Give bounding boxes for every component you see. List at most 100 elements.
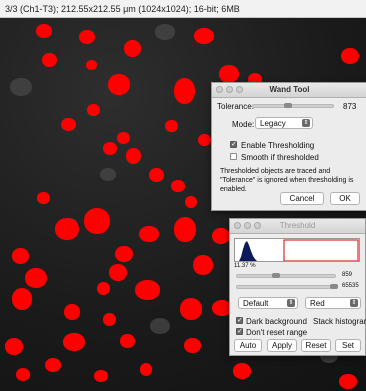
zoom-traffic-light-icon[interactable] [254,222,261,229]
smooth-if-thresholded-label: Smooth if thresholded [241,153,319,162]
nucleus-mask [149,168,164,182]
nucleus-mask [174,78,195,104]
lower-threshold-value[interactable]: 859 [342,272,352,278]
nucleus-mask [86,60,97,70]
tolerance-slider[interactable] [252,104,334,108]
nucleus-mask [193,255,213,275]
set-button[interactable]: Set [335,339,361,352]
nucleus-mask [16,368,30,381]
nucleus-mask [120,334,135,348]
nucleus-mask [233,363,251,379]
close-traffic-light-icon[interactable] [216,86,223,93]
nucleus-mask [108,74,130,95]
nucleus-mask [12,288,32,310]
nucleus-mask [115,246,133,262]
nucleus-mask [184,338,201,353]
nucleus-mask [185,196,197,208]
threshold-method-select[interactable]: Default ⇕ [238,297,298,309]
nucleus-mask [55,218,79,240]
cancel-button[interactable]: Cancel [280,192,324,205]
nucleus-mask [174,217,196,242]
threshold-display-value: Red [310,299,325,308]
tolerance-slider-knob[interactable] [284,103,292,108]
nucleus-dim [10,78,32,96]
chevron-updown-icon: ⇕ [350,299,358,307]
image-info-bar: 3/3 (Ch1-T3); 212.55x212.55 μm (1024x102… [0,0,366,18]
nucleus-mask [5,338,23,355]
nucleus-mask [103,142,117,155]
mode-select[interactable]: Legacy ⇕ [255,117,313,129]
dont-reset-range-label: Don't reset range [246,328,308,337]
nucleus-dim [155,24,175,40]
upper-threshold-slider[interactable] [236,285,336,289]
wand-tool-titlebar[interactable]: Wand Tool [212,83,366,98]
thresholding-note: Thresholded objects are traced and "Tole… [220,168,354,193]
chevron-updown-icon: ⇕ [302,119,310,127]
auto-button[interactable]: Auto [234,339,262,352]
nucleus-mask [84,208,110,234]
upper-threshold-slider-knob[interactable] [330,284,338,289]
zoom-traffic-light-icon[interactable] [236,86,243,93]
nucleus-mask [87,104,100,116]
nucleus-mask [339,374,357,389]
nucleus-mask [45,358,61,372]
dark-background-checkbox[interactable]: ✓ [236,317,243,324]
threshold-window: Threshold 11.37 % 859 65535 Default ⇕ Re… [229,218,366,356]
threshold-method-value: Default [243,299,269,308]
nucleus-mask [37,192,50,204]
nucleus-mask [42,53,57,67]
nucleus-mask [103,313,116,326]
nucleus-mask [94,370,108,382]
threshold-display-select[interactable]: Red ⇕ [305,297,361,309]
nucleus-mask [63,333,85,351]
nucleus-mask [139,226,159,242]
upper-threshold-value[interactable]: 65535 [342,283,359,289]
histogram-curve [239,241,257,261]
nucleus-mask [212,228,230,244]
threshold-title: Threshold [279,221,316,230]
tolerance-label: Tolerance: [217,102,254,111]
reset-button[interactable]: Reset [301,339,331,352]
nucleus-mask [219,65,239,83]
enable-thresholding-label: Enable Thresholding [241,141,315,150]
histogram-plot [239,239,359,261]
dark-background-label: Dark background [246,317,307,326]
nucleus-mask [12,248,29,264]
close-traffic-light-icon[interactable] [234,222,241,229]
nucleus-dim [150,318,170,334]
nucleus-mask [79,30,95,44]
nucleus-mask [124,40,141,57]
nucleus-mask [126,148,141,164]
wand-tool-window: Wand Tool Tolerance: 873 Mode: Legacy ⇕ … [211,82,366,211]
stack-histogram-label[interactable]: Stack histogram [313,317,366,326]
enable-thresholding-checkbox[interactable]: ✓ [230,141,237,148]
nucleus-mask [171,180,185,192]
dont-reset-range-checkbox[interactable]: ✓ [236,328,243,335]
histogram-panel [234,238,360,262]
nucleus-mask [109,264,127,281]
mode-label: Mode: [232,120,255,129]
wand-tool-title: Wand Tool [269,85,310,94]
nucleus-mask [180,298,202,320]
chevron-updown-icon: ⇕ [287,299,295,307]
nucleus-mask [117,132,130,144]
nucleus-mask [61,118,76,131]
nucleus-dim [100,168,116,181]
nucleus-mask [341,48,359,64]
nucleus-mask [36,24,52,38]
threshold-percent: 11.37 % [234,263,256,269]
smooth-if-thresholded-checkbox[interactable] [230,153,237,160]
nucleus-mask [165,120,178,132]
minimize-traffic-light-icon[interactable] [226,86,233,93]
apply-button[interactable]: Apply [267,339,297,352]
lower-threshold-slider-knob[interactable] [272,273,280,278]
nucleus-mask [64,304,80,320]
minimize-traffic-light-icon[interactable] [244,222,251,229]
ok-button[interactable]: OK [330,192,360,205]
tolerance-value[interactable]: 873 [343,102,356,111]
lower-threshold-slider[interactable] [236,274,336,278]
threshold-titlebar[interactable]: Threshold [230,219,365,234]
nucleus-mask [97,282,110,295]
threshold-range-box [283,239,359,261]
nucleus-mask [140,363,152,376]
